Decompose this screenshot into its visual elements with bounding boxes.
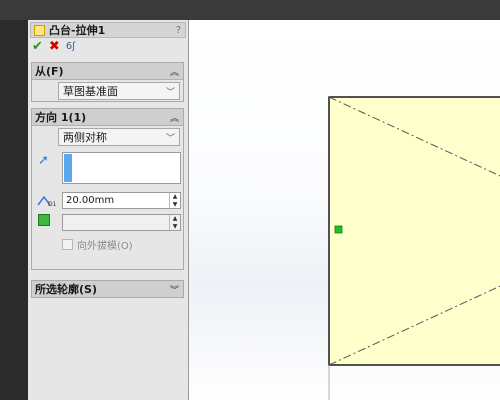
from-group-header[interactable]: 从(F) ︽ (32, 63, 183, 80)
depth-icon-label: D1 (48, 201, 56, 207)
direction-reference-listbox[interactable] (62, 152, 181, 184)
selection-focus-bar (64, 154, 72, 182)
expand-chevron-icon[interactable]: ︾ (170, 283, 179, 296)
chevron-down-icon: ﹀ (165, 133, 175, 144)
feature-title: 凸台-拉伸1 (49, 24, 106, 37)
depth-value: 20.00mm (66, 195, 115, 206)
draft-toggle-icon[interactable] (38, 214, 50, 226)
from-group: 从(F) ︽ 草图基准面 ﹀ (31, 62, 184, 102)
reverse-direction-icon[interactable]: ➚ (38, 153, 49, 168)
end-condition-value: 两侧对称 (63, 131, 107, 144)
graphics-area[interactable] (189, 20, 500, 400)
boss-extrude-feature-icon (34, 24, 45, 36)
property-manager-panel: 凸台-拉伸1 ? ✔ ✖ 6ʃ 从(F) ︽ 草图基准面 ﹀ 方向 1(1) ︽… (28, 20, 189, 400)
selected-contours-header[interactable]: 所选轮廓(S) ︾ (32, 281, 183, 297)
draft-outward-option[interactable]: 向外拔模(O) (62, 237, 133, 252)
draft-angle-input[interactable]: ▲ ▼ (62, 214, 181, 231)
detailed-preview-icon[interactable]: 6ʃ (66, 41, 76, 52)
start-condition-value: 草图基准面 (63, 85, 118, 98)
direction1-group-header[interactable]: 方向 1(1) ︽ (32, 109, 183, 126)
direction1-group: 方向 1(1) ︽ 两侧对称 ﹀ ➚ D1 20.00mm ▲ ▼ ▲ ▼ 向外拔模… (31, 108, 184, 270)
selected-contours-title: 所选轮廓(S) (35, 283, 97, 296)
draft-outward-label: 向外拔模(O) (77, 241, 133, 252)
collapse-chevron-icon[interactable]: ︽ (170, 111, 179, 124)
from-group-title: 从(F) (35, 65, 64, 78)
start-condition-select[interactable]: 草图基准面 ﹀ (58, 82, 180, 100)
depth-spinner[interactable]: ▲ ▼ (169, 193, 180, 208)
spin-down-icon[interactable]: ▼ (170, 223, 180, 231)
midpoint-handle-icon[interactable] (334, 225, 343, 234)
collapse-chevron-icon[interactable]: ︽ (170, 65, 179, 78)
spin-up-icon[interactable]: ▲ (170, 215, 180, 223)
cancel-x-icon[interactable]: ✖ (49, 39, 60, 54)
ok-checkmark-icon[interactable]: ✔ (32, 39, 43, 54)
direction1-group-title: 方向 1(1) (35, 111, 87, 124)
end-condition-select[interactable]: 两侧对称 ﹀ (58, 128, 180, 146)
spin-down-icon[interactable]: ▼ (170, 201, 180, 209)
draft-outward-checkbox[interactable] (62, 239, 73, 250)
sketch-preview (328, 96, 500, 400)
depth-input[interactable]: 20.00mm ▲ ▼ (62, 192, 181, 209)
help-button[interactable]: ? (176, 25, 181, 36)
sketch-rectangle[interactable] (328, 96, 500, 366)
top-toolbar-strip (0, 0, 500, 20)
action-buttons: ✔ ✖ 6ʃ (32, 38, 76, 54)
draft-spinner[interactable]: ▲ ▼ (169, 215, 180, 230)
property-manager-header: 凸台-拉伸1 ? (30, 22, 186, 38)
chevron-down-icon: ﹀ (165, 87, 175, 98)
selected-contours-group: 所选轮廓(S) ︾ (31, 280, 184, 298)
spin-up-icon[interactable]: ▲ (170, 193, 180, 201)
left-dark-strip (0, 20, 28, 400)
depth-dimension-icon: D1 (37, 195, 56, 207)
